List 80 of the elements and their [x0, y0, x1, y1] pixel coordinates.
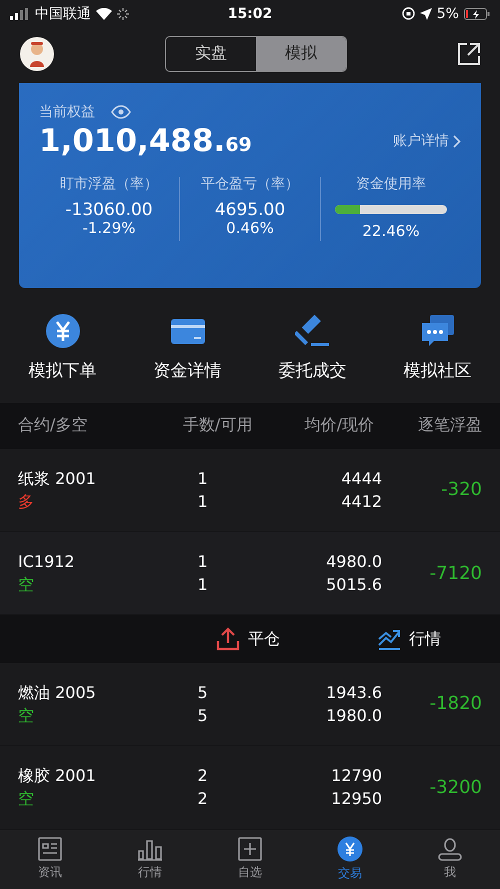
bar-chart-icon — [137, 837, 163, 862]
clock-time: 15:02 — [228, 6, 272, 22]
trend-chart-icon — [377, 627, 401, 651]
action-button[interactable]: 资金详情 — [132, 312, 242, 383]
lots-value: 1 — [198, 468, 208, 490]
yuan-icon — [337, 836, 363, 862]
equity-label: 当前权益 — [39, 103, 95, 122]
last-price: 1980.0 — [326, 704, 382, 727]
floating-pnl: -320 — [441, 479, 482, 500]
loading-icon — [117, 8, 129, 20]
location-icon — [420, 8, 432, 20]
floating-pnl: -7120 — [430, 562, 482, 584]
last-price: 5015.6 — [326, 574, 382, 596]
available-value: 2 — [198, 788, 208, 810]
action-button[interactable]: 模拟下单 — [8, 312, 118, 383]
yuan-icon — [44, 312, 80, 349]
carrier-name: 中国联通 — [35, 4, 91, 23]
last-price: 4412 — [341, 490, 382, 513]
column-header: 均价/现价 — [304, 415, 374, 436]
direction-label: 空 — [18, 704, 34, 727]
stat-value: -13060.00 — [65, 201, 153, 220]
equity-value: 1,010,488.69 — [39, 123, 252, 160]
stat-rate: 22.46% — [362, 222, 420, 240]
signal-icon — [10, 8, 30, 20]
lots-value: 2 — [198, 765, 208, 788]
tab-bar-item[interactable]: 我 — [420, 836, 480, 882]
lots-value: 5 — [198, 682, 208, 704]
mode-tab[interactable]: 模拟 — [256, 36, 346, 71]
avatar[interactable] — [20, 36, 54, 71]
column-header: 手数/可用 — [182, 415, 252, 436]
stat-rate: -1.29% — [82, 219, 136, 238]
available-value: 5 — [198, 704, 208, 727]
gavel-icon — [294, 312, 330, 349]
rotation-lock-icon — [402, 7, 415, 20]
stat-label: 盯市浮盈（率） — [60, 175, 158, 194]
upload-icon — [216, 627, 240, 651]
direction-label: 空 — [18, 788, 34, 810]
floating-pnl: -1820 — [430, 693, 482, 714]
average-price: 12790 — [331, 765, 382, 788]
last-price: 12950 — [331, 788, 382, 810]
contract-name: 橡胶 2001 — [18, 765, 96, 788]
battery-icon — [464, 8, 490, 20]
stat-label: 平仓盈亏（率） — [201, 175, 299, 194]
direction-label: 空 — [18, 574, 34, 596]
tab-bar-item[interactable]: 资讯 — [20, 836, 80, 882]
eye-icon[interactable] — [111, 105, 131, 120]
row-action-button[interactable]: 行情 — [371, 626, 447, 652]
stat-rate: 0.46% — [226, 219, 274, 238]
stat-label: 资金使用率 — [356, 175, 426, 194]
row-action-button[interactable]: 平仓 — [210, 626, 286, 652]
chat-icon — [420, 312, 456, 349]
wifi-icon — [96, 8, 112, 20]
floating-pnl: -3200 — [430, 776, 482, 798]
available-value: 1 — [198, 574, 208, 596]
contract-name: 纸浆 2001 — [18, 468, 96, 490]
column-header: 合约/多空 — [18, 415, 88, 436]
share-icon[interactable] — [458, 42, 480, 65]
person-icon — [438, 837, 462, 862]
mode-tab[interactable]: 实盘 — [166, 36, 256, 71]
average-price: 4980.0 — [326, 551, 382, 574]
stat-value: 4695.00 — [214, 201, 286, 220]
direction-label: 多 — [18, 490, 34, 513]
action-button[interactable]: 委托成交 — [258, 312, 368, 383]
tab-bar-item[interactable]: 自选 — [220, 836, 280, 882]
available-value: 1 — [198, 490, 208, 513]
average-price: 4444 — [341, 468, 382, 490]
tab-bar-item[interactable]: 行情 — [120, 836, 180, 882]
column-header: 逐笔浮盈 — [418, 415, 482, 436]
news-icon — [38, 837, 62, 862]
action-button[interactable]: 模拟社区 — [382, 312, 492, 383]
position-row[interactable]: 纸浆 2001 多 1 1 4444 4412 -320 — [0, 448, 500, 532]
chevron-right-icon — [453, 134, 461, 148]
lots-value: 1 — [198, 551, 208, 574]
average-price: 1943.6 — [326, 682, 382, 704]
account-details-link[interactable]: 账户详情 — [393, 132, 461, 150]
add-icon — [238, 837, 262, 862]
contract-name: IC1912 — [18, 551, 75, 574]
contract-name: 燃油 2005 — [18, 682, 96, 704]
tab-bar-item[interactable]: 交易 — [320, 835, 380, 884]
battery-percent: 5% — [436, 6, 459, 22]
